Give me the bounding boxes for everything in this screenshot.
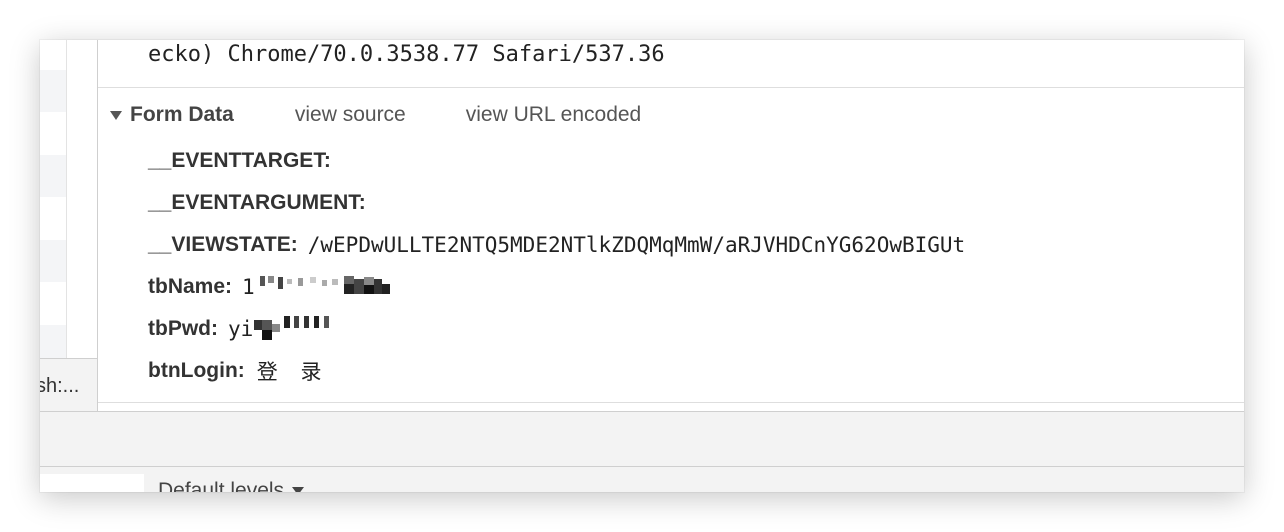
request-list-status: sh:... [40,358,97,411]
pixelated-redaction [259,276,390,294]
console-toolbar: Default levels [40,466,1244,492]
request-row[interactable] [40,70,66,112]
request-details-pane: ecko) Chrome/70.0.3538.77 Safari/537.36 … [98,40,1244,411]
field-key: tbPwd: [148,317,218,340]
field-value: 1 [242,275,255,299]
section-divider [98,87,1244,88]
field-value: 登 录 [256,360,330,384]
request-row[interactable] [40,240,66,282]
field-key: __EVENTTARGET: [148,149,331,172]
form-data-header[interactable]: Form Data view source view URL encoded [110,100,641,130]
user-agent-value: ecko) Chrome/70.0.3538.77 Safari/537.36 [148,42,665,67]
form-field-viewstate: __VIEWSTATE: /wEPDwULLTE2NTQ5MDE2NTlkZDQ… [148,231,965,259]
field-value: yi [227,317,254,341]
console-filter-input[interactable] [40,474,144,492]
form-field-eventtarget: __EVENTTARGET: [148,147,341,175]
collapse-triangle-icon[interactable] [110,110,122,120]
field-key: __EVENTARGUMENT: [148,191,366,214]
field-key: __VIEWSTATE: [148,233,298,256]
form-field-tbname: tbName: 1 [148,273,406,301]
field-key: btnLogin: [148,359,245,382]
section-divider [98,402,1244,403]
devtools-window: sh:... ecko) Chrome/70.0.3538.77 Safari/… [40,40,1244,492]
dropdown-caret-icon [292,487,305,492]
drawer-toolbar [40,411,1244,466]
log-levels-dropdown[interactable]: Default levels [158,479,305,492]
form-field-btnlogin: btnLogin: 登 录 [148,357,329,385]
form-data-title[interactable]: Form Data [130,103,234,127]
form-field-tbpwd: tbPwd: yi [148,315,354,343]
form-field-eventargument: __EVENTARGUMENT: [148,189,376,217]
truncated-status-text: sh:... [40,375,80,397]
view-source-link[interactable]: view source [295,103,406,127]
request-list [40,40,97,367]
log-levels-label: Default levels [158,479,285,492]
field-key: tbName: [148,275,233,298]
pixelated-redaction [254,316,330,340]
column-divider [66,40,67,358]
field-value: /wEPDwULLTE2NTQ5MDE2NTlkZDQMqMmW/aRJVHDC… [307,233,966,257]
request-row[interactable] [40,155,66,197]
view-url-encoded-link[interactable]: view URL encoded [466,103,642,127]
